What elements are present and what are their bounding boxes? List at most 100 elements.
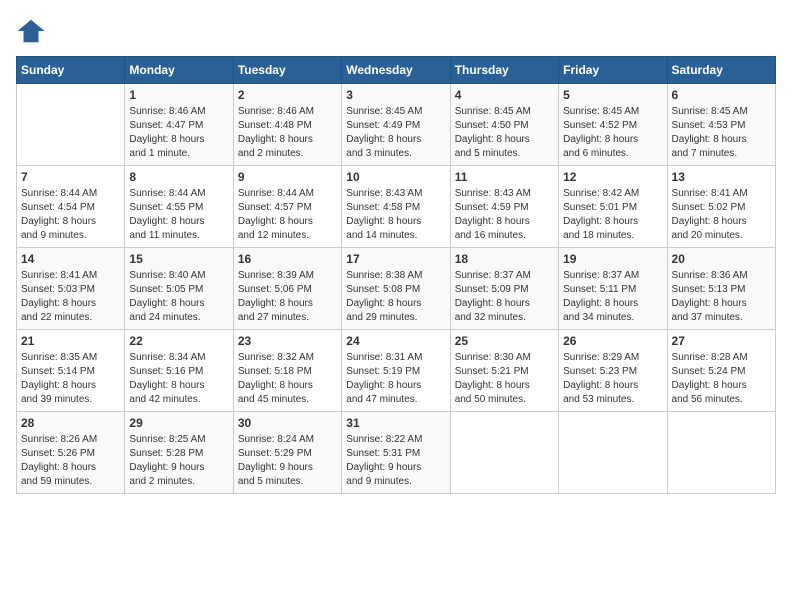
day-info: Sunrise: 8:46 AM Sunset: 4:47 PM Dayligh… — [129, 105, 228, 161]
day-number: 11 — [455, 170, 554, 184]
calendar-cell: 21 Sunrise: 8:35 AM Sunset: 5:14 PM Dayli… — [17, 330, 125, 412]
day-number: 23 — [238, 334, 337, 348]
calendar-cell: 2 Sunrise: 8:46 AM Sunset: 4:48 PM Daylig… — [233, 84, 341, 166]
day-info: Sunrise: 8:39 AM Sunset: 5:06 PM Dayligh… — [238, 269, 337, 325]
calendar-cell: 4 Sunrise: 8:45 AM Sunset: 4:50 PM Daylig… — [450, 84, 558, 166]
calendar-cell: 28Sunrise: 8:26 AM Sunset: 5:26 PM Dayli… — [17, 412, 125, 494]
day-number: 13 — [672, 170, 771, 184]
day-number: 18 — [455, 252, 554, 266]
day-info: Sunrise: 8:45 AM Sunset: 4:52 PM Dayligh… — [563, 105, 662, 161]
day-header-sunday: Sunday — [17, 57, 125, 84]
calendar-cell — [667, 412, 775, 494]
day-info: Sunrise: 8:44 AM Sunset: 4:54 PM Dayligh… — [21, 187, 120, 243]
calendar-cell: 27 Sunrise: 8:28 AM Sunset: 5:24 PM Dayli… — [667, 330, 775, 412]
calendar-cell: 22 Sunrise: 8:34 AM Sunset: 5:16 PM Dayli… — [125, 330, 233, 412]
day-header-wednesday: Wednesday — [342, 57, 450, 84]
day-number: 10 — [346, 170, 445, 184]
days-header-row: SundayMondayTuesdayWednesdayThursdayFrid… — [17, 57, 776, 84]
week-row-3: 14 Sunrise: 8:41 AM Sunset: 5:03 PM Dayli… — [17, 248, 776, 330]
logo — [16, 16, 50, 46]
day-number: 29 — [129, 416, 228, 430]
day-number: 9 — [238, 170, 337, 184]
day-info: Sunrise: 8:22 AM Sunset: 5:31 PM Dayligh… — [346, 433, 445, 489]
calendar-cell: 17 Sunrise: 8:38 AM Sunset: 5:08 PM Dayli… — [342, 248, 450, 330]
day-info: Sunrise: 8:46 AM Sunset: 4:48 PM Dayligh… — [238, 105, 337, 161]
week-row-1: 1Sunrise: 8:46 AM Sunset: 4:47 PM Daylig… — [17, 84, 776, 166]
day-number: 4 — [455, 88, 554, 102]
day-number: 25 — [455, 334, 554, 348]
day-number: 20 — [672, 252, 771, 266]
calendar-cell: 31 Sunrise: 8:22 AM Sunset: 5:31 PM Dayli… — [342, 412, 450, 494]
calendar-cell: 30 Sunrise: 8:24 AM Sunset: 5:29 PM Dayli… — [233, 412, 341, 494]
day-info: Sunrise: 8:24 AM Sunset: 5:29 PM Dayligh… — [238, 433, 337, 489]
calendar-cell — [450, 412, 558, 494]
calendar-cell: 10 Sunrise: 8:43 AM Sunset: 4:58 PM Dayli… — [342, 166, 450, 248]
calendar-cell — [17, 84, 125, 166]
day-info: Sunrise: 8:43 AM Sunset: 4:59 PM Dayligh… — [455, 187, 554, 243]
day-info: Sunrise: 8:45 AM Sunset: 4:50 PM Dayligh… — [455, 105, 554, 161]
day-number: 21 — [21, 334, 120, 348]
calendar-cell: 15Sunrise: 8:40 AM Sunset: 5:05 PM Dayli… — [125, 248, 233, 330]
day-info: Sunrise: 8:45 AM Sunset: 4:49 PM Dayligh… — [346, 105, 445, 161]
day-number: 17 — [346, 252, 445, 266]
calendar-cell: 19 Sunrise: 8:37 AM Sunset: 5:11 PM Dayli… — [559, 248, 667, 330]
day-number: 19 — [563, 252, 662, 266]
calendar-cell: 6 Sunrise: 8:45 AM Sunset: 4:53 PM Daylig… — [667, 84, 775, 166]
calendar-cell: 9Sunrise: 8:44 AM Sunset: 4:57 PM Daylig… — [233, 166, 341, 248]
calendar-cell — [559, 412, 667, 494]
day-number: 24 — [346, 334, 445, 348]
day-info: Sunrise: 8:34 AM Sunset: 5:16 PM Dayligh… — [129, 351, 228, 407]
day-number: 30 — [238, 416, 337, 430]
day-info: Sunrise: 8:29 AM Sunset: 5:23 PM Dayligh… — [563, 351, 662, 407]
calendar-cell: 23Sunrise: 8:32 AM Sunset: 5:18 PM Dayli… — [233, 330, 341, 412]
calendar-cell: 24Sunrise: 8:31 AM Sunset: 5:19 PM Dayli… — [342, 330, 450, 412]
day-number: 22 — [129, 334, 228, 348]
calendar-cell: 11 Sunrise: 8:43 AM Sunset: 4:59 PM Dayli… — [450, 166, 558, 248]
day-number: 31 — [346, 416, 445, 430]
calendar-cell: 20 Sunrise: 8:36 AM Sunset: 5:13 PM Dayli… — [667, 248, 775, 330]
calendar-cell: 5 Sunrise: 8:45 AM Sunset: 4:52 PM Daylig… — [559, 84, 667, 166]
day-info: Sunrise: 8:28 AM Sunset: 5:24 PM Dayligh… — [672, 351, 771, 407]
calendar-cell: 12 Sunrise: 8:42 AM Sunset: 5:01 PM Dayli… — [559, 166, 667, 248]
calendar-cell: 13Sunrise: 8:41 AM Sunset: 5:02 PM Dayli… — [667, 166, 775, 248]
day-number: 28 — [21, 416, 120, 430]
day-number: 2 — [238, 88, 337, 102]
day-number: 16 — [238, 252, 337, 266]
day-number: 27 — [672, 334, 771, 348]
day-number: 5 — [563, 88, 662, 102]
calendar-table: SundayMondayTuesdayWednesdayThursdayFrid… — [16, 56, 776, 494]
day-info: Sunrise: 8:44 AM Sunset: 4:55 PM Dayligh… — [129, 187, 228, 243]
day-info: Sunrise: 8:35 AM Sunset: 5:14 PM Dayligh… — [21, 351, 120, 407]
day-number: 12 — [563, 170, 662, 184]
calendar-cell: 3Sunrise: 8:45 AM Sunset: 4:49 PM Daylig… — [342, 84, 450, 166]
logo-icon — [16, 16, 46, 46]
day-info: Sunrise: 8:38 AM Sunset: 5:08 PM Dayligh… — [346, 269, 445, 325]
week-row-4: 21 Sunrise: 8:35 AM Sunset: 5:14 PM Dayli… — [17, 330, 776, 412]
day-info: Sunrise: 8:36 AM Sunset: 5:13 PM Dayligh… — [672, 269, 771, 325]
calendar-cell: 8 Sunrise: 8:44 AM Sunset: 4:55 PM Daylig… — [125, 166, 233, 248]
day-info: Sunrise: 8:40 AM Sunset: 5:05 PM Dayligh… — [129, 269, 228, 325]
day-info: Sunrise: 8:45 AM Sunset: 4:53 PM Dayligh… — [672, 105, 771, 161]
week-row-2: 7 Sunrise: 8:44 AM Sunset: 4:54 PM Daylig… — [17, 166, 776, 248]
calendar-cell: 25 Sunrise: 8:30 AM Sunset: 5:21 PM Dayli… — [450, 330, 558, 412]
day-number: 26 — [563, 334, 662, 348]
calendar-cell: 29 Sunrise: 8:25 AM Sunset: 5:28 PM Dayli… — [125, 412, 233, 494]
day-header-friday: Friday — [559, 57, 667, 84]
day-number: 7 — [21, 170, 120, 184]
day-number: 14 — [21, 252, 120, 266]
day-info: Sunrise: 8:43 AM Sunset: 4:58 PM Dayligh… — [346, 187, 445, 243]
day-info: Sunrise: 8:42 AM Sunset: 5:01 PM Dayligh… — [563, 187, 662, 243]
day-number: 6 — [672, 88, 771, 102]
day-info: Sunrise: 8:37 AM Sunset: 5:11 PM Dayligh… — [563, 269, 662, 325]
day-number: 8 — [129, 170, 228, 184]
calendar-cell: 18Sunrise: 8:37 AM Sunset: 5:09 PM Dayli… — [450, 248, 558, 330]
day-info: Sunrise: 8:41 AM Sunset: 5:03 PM Dayligh… — [21, 269, 120, 325]
calendar-cell: 1Sunrise: 8:46 AM Sunset: 4:47 PM Daylig… — [125, 84, 233, 166]
calendar-cell: 16 Sunrise: 8:39 AM Sunset: 5:06 PM Dayli… — [233, 248, 341, 330]
day-info: Sunrise: 8:25 AM Sunset: 5:28 PM Dayligh… — [129, 433, 228, 489]
day-header-saturday: Saturday — [667, 57, 775, 84]
day-info: Sunrise: 8:30 AM Sunset: 5:21 PM Dayligh… — [455, 351, 554, 407]
calendar-cell: 14 Sunrise: 8:41 AM Sunset: 5:03 PM Dayli… — [17, 248, 125, 330]
day-header-monday: Monday — [125, 57, 233, 84]
calendar-cell: 26 Sunrise: 8:29 AM Sunset: 5:23 PM Dayli… — [559, 330, 667, 412]
